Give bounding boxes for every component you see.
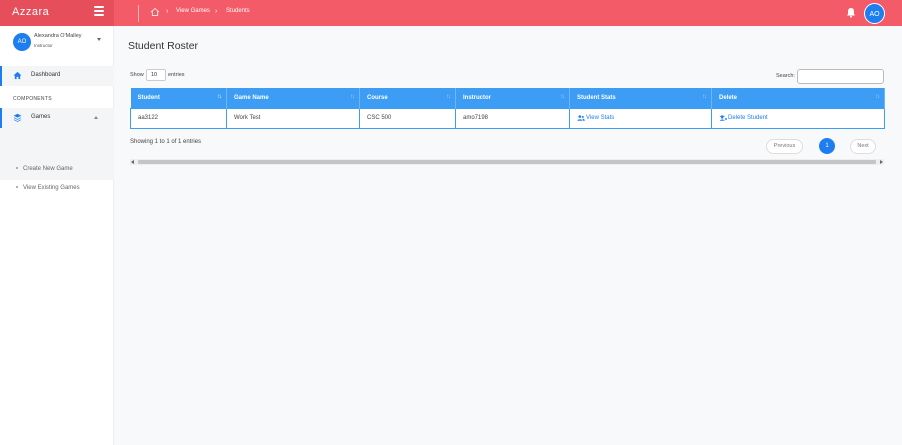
topbar-divider [138,5,139,22]
scroll-left-icon[interactable] [131,160,134,164]
entries-select[interactable]: 10 [146,69,166,81]
bell-icon[interactable] [846,7,856,18]
chevron-up-icon[interactable] [94,116,98,119]
delete-student-link[interactable]: Delete Student [719,115,768,121]
column-header-instructor[interactable]: Instructor ↑↓ [455,88,570,108]
sort-icon: ↑↓ [217,94,222,100]
search-input[interactable] [797,69,884,84]
column-header-delete[interactable]: Delete ↑↓ [711,88,885,108]
breadcrumb-separator-icon: › [215,8,218,15]
sidebar-item-label: Dashboard [31,72,61,78]
sidebar-item-label: Games [31,114,51,120]
column-header-game-name[interactable]: Game Name ↑↓ [226,88,360,108]
sidebar-group-games: Games Create New Game View Existing Game… [0,108,114,191]
column-header-student[interactable]: Student ↑↓ [130,88,227,108]
sort-icon: ↑↓ [875,94,880,100]
table-info: Showing 1 to 1 of 1 entries [130,139,202,145]
show-label: Show [130,72,144,78]
table-row: aa3122 Work Test CSC 500 amo7198 View St… [130,107,885,129]
student-roster-table: Student ↑↓ Game Name ↑↓ Course ↑↓ Instructo… [130,88,885,129]
brand-area: Azzara [0,0,114,26]
sidebar-item-games[interactable]: Games [0,108,114,128]
entries-label: entries [168,72,185,78]
cell-student-stats: View Stats [569,107,712,129]
menu-icon[interactable] [94,6,104,16]
sort-icon: ↑↓ [702,94,707,100]
sidebar-item-dashboard[interactable]: Dashboard [0,66,114,86]
bullet-icon [16,186,18,189]
user-avatar[interactable]: AO [864,3,885,24]
sidebar-section-title: COMPONENTS [13,96,52,102]
view-stats-link[interactable]: View Stats [577,115,614,121]
cell-delete: Delete Student [711,107,885,129]
avatar: AO [13,33,31,51]
sidebar-subitem-view-existing-games[interactable]: View Existing Games [16,185,80,191]
page-1-button[interactable]: 1 [819,138,835,154]
cell-student: aa3122 [130,107,227,129]
sidebar-subitem-create-new-game[interactable]: Create New Game [16,166,73,172]
next-button[interactable]: Next [850,139,876,154]
home-icon[interactable] [150,7,160,17]
sort-icon: ↑↓ [446,94,451,100]
bullet-icon [16,167,18,170]
column-header-student-stats[interactable]: Student Stats ↑↓ [569,88,712,108]
sidebar: AO Alexandra O'Malley Instructor Dashboa… [0,26,114,445]
cell-course: CSC 500 [359,107,456,129]
cell-instructor: amo7198 [455,107,570,129]
table-header-row: Student ↑↓ Game Name ↑↓ Course ↑↓ Instructo… [130,88,885,108]
user-role: Instructor [34,43,53,48]
users-icon [577,115,585,121]
cell-game-name: Work Test [226,107,360,129]
brand-logo[interactable]: Azzara [12,6,49,18]
previous-button[interactable]: Previous [766,139,803,154]
breadcrumb-separator-icon: › [166,8,169,15]
chevron-down-icon[interactable] [97,38,101,41]
user-profile[interactable]: AO Alexandra O'Malley Instructor [0,26,114,62]
scroll-right-icon[interactable] [880,160,883,164]
user-graduate-remove-icon [719,115,727,121]
breadcrumb-view-games[interactable]: View Games [176,8,210,14]
sort-icon: ↑↓ [560,94,565,100]
home-icon [13,71,22,80]
top-navbar: Azzara › View Games › Students AO [0,0,902,26]
column-header-course[interactable]: Course ↑↓ [359,88,456,108]
layers-icon [13,113,22,122]
page-title: Student Roster [128,40,199,52]
horizontal-scrollbar[interactable] [130,159,884,165]
search-label: Search: [776,73,795,79]
sort-icon: ↑↓ [350,94,355,100]
breadcrumb-students[interactable]: Students [226,8,250,14]
user-name: Alexandra O'Malley [34,33,82,39]
scrollbar-thumb[interactable] [138,160,876,164]
